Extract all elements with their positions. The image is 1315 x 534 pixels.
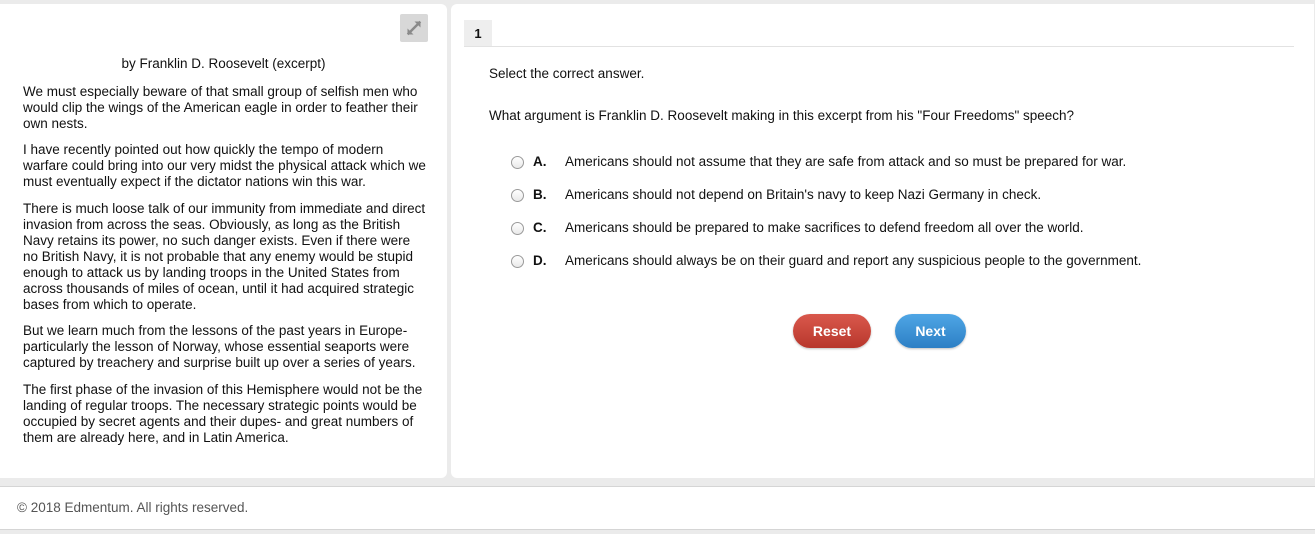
- passage-byline: by Franklin D. Roosevelt (excerpt): [121, 56, 326, 71]
- passage-body: We must especially beware of that small …: [23, 84, 427, 456]
- passage-paragraph: I have recently pointed out how quickly …: [23, 142, 426, 190]
- choice-letter: C.: [533, 220, 547, 235]
- choice-text: Americans should not assume that they ar…: [565, 154, 1127, 169]
- expand-arrows-icon: [406, 20, 422, 36]
- next-button[interactable]: Next: [895, 314, 966, 348]
- radio-button[interactable]: [511, 189, 524, 202]
- question-number-tab[interactable]: 1: [464, 20, 492, 47]
- answer-choice-c[interactable]: C. Americans should be prepared to make …: [511, 220, 1141, 253]
- choice-letter: B.: [533, 187, 547, 202]
- question-prompt: What argument is Franklin D. Roosevelt m…: [489, 108, 1075, 123]
- answer-choice-d[interactable]: D. Americans should always be on their g…: [511, 253, 1141, 286]
- answer-choice-b[interactable]: B. Americans should not depend on Britai…: [511, 187, 1141, 220]
- reset-button[interactable]: Reset: [793, 314, 871, 348]
- passage-paragraph: We must especially beware of that small …: [23, 84, 418, 132]
- question-instruction: Select the correct answer.: [489, 66, 645, 81]
- choice-text: Americans should not depend on Britain's…: [565, 187, 1042, 202]
- copyright-text: © 2018 Edmentum. All rights reserved.: [17, 500, 249, 515]
- footer: © 2018 Edmentum. All rights reserved.: [0, 486, 1315, 530]
- passage-panel: by Franklin D. Roosevelt (excerpt) We mu…: [0, 4, 447, 478]
- passage-paragraph: The first phase of the invasion of this …: [23, 381, 423, 445]
- choice-letter: A.: [533, 154, 547, 169]
- question-panel: 1 Select the correct answer. What argume…: [451, 4, 1314, 478]
- choice-text: Americans should be prepared to make sac…: [565, 220, 1084, 235]
- expand-button[interactable]: [400, 14, 428, 42]
- radio-button[interactable]: [511, 255, 524, 268]
- passage-paragraph: But we learn much from the lessons of th…: [23, 323, 416, 371]
- answer-choices: A. Americans should not assume that they…: [511, 154, 1141, 286]
- answer-choice-a[interactable]: A. Americans should not assume that they…: [511, 154, 1141, 187]
- choice-text: Americans should always be on their guar…: [565, 253, 1142, 268]
- radio-button[interactable]: [511, 156, 524, 169]
- tab-divider: [464, 46, 1294, 47]
- choice-letter: D.: [533, 253, 547, 268]
- radio-button[interactable]: [511, 222, 524, 235]
- passage-paragraph: There is much loose talk of our immunity…: [23, 200, 426, 313]
